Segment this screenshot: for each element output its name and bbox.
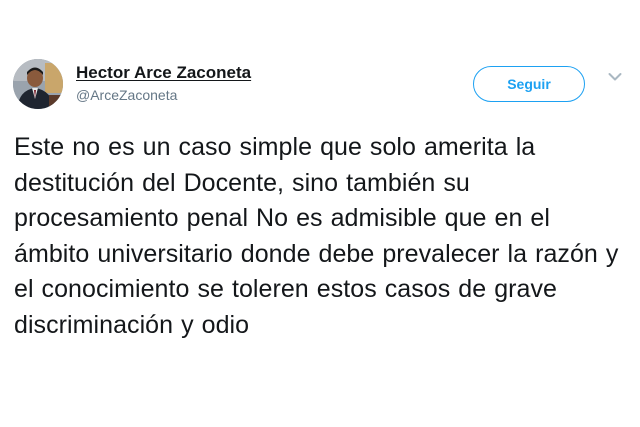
avatar-photo-icon (13, 59, 63, 109)
tweet-text: Este no es un caso simple que solo ameri… (14, 133, 619, 339)
chevron-down-icon[interactable] (608, 72, 622, 82)
author-handle[interactable]: @ArceZaconeta (76, 87, 251, 103)
avatar[interactable] (13, 59, 63, 109)
author-block: Hector Arce Zaconeta @ArceZaconeta (76, 63, 251, 103)
author-display-name[interactable]: Hector Arce Zaconeta (76, 63, 251, 83)
tweet-card: Hector Arce Zaconeta @ArceZaconeta Segui… (0, 0, 640, 427)
follow-button[interactable]: Seguir (473, 66, 585, 102)
